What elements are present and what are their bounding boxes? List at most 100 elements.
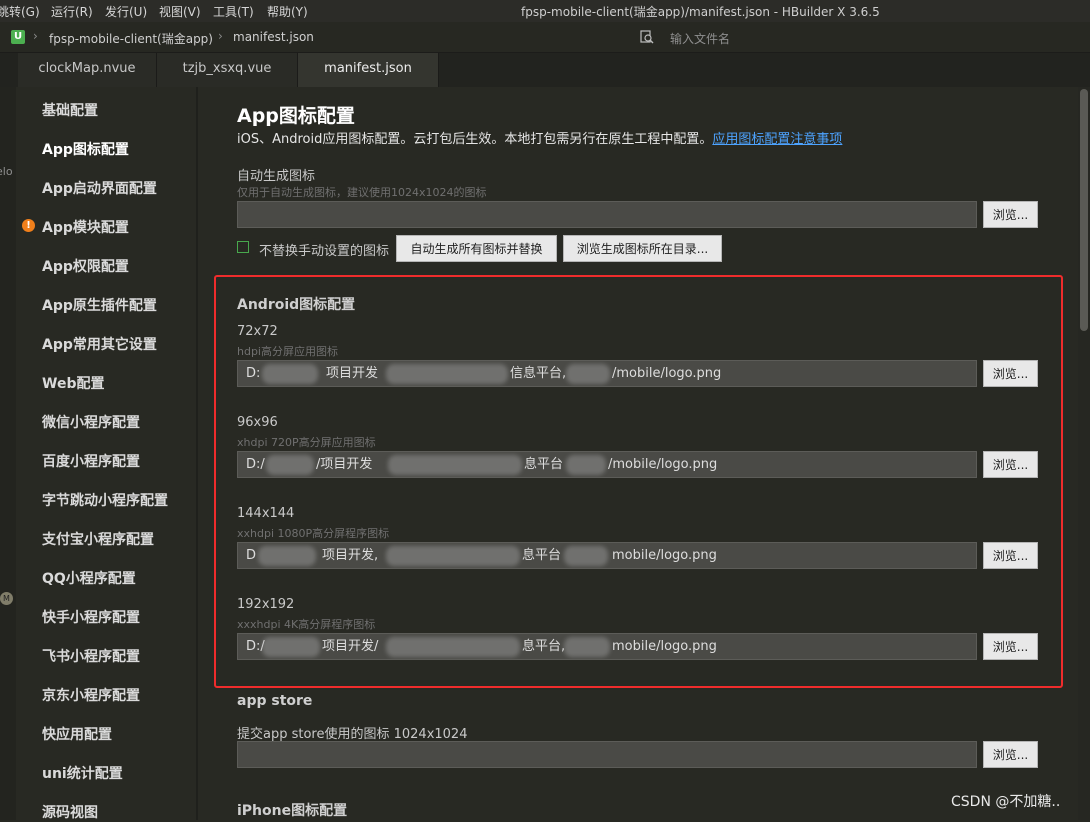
sidebar-item-feishu[interactable]: 飞书小程序配置 [42, 646, 140, 666]
path-part: 息平台 [524, 457, 564, 472]
auto-gen-path-field[interactable] [237, 201, 977, 228]
android-section-title: Android图标配置 [237, 297, 356, 313]
path-part: /mobile/logo.png [608, 457, 718, 472]
sidebar-item-quickapp[interactable]: 快应用配置 [42, 724, 112, 744]
auto-gen-browse-button[interactable]: 浏览... [983, 201, 1038, 228]
redaction [388, 455, 522, 475]
tab-manifest[interactable]: manifest.json [298, 53, 439, 87]
icon-size-label: 144x144 [237, 506, 295, 521]
sidebar-item-native-plugins[interactable]: App原生插件配置 [42, 295, 157, 315]
redaction [386, 364, 508, 384]
path-part: 息平台, [522, 639, 566, 654]
sidebar-item-basic[interactable]: 基础配置 [42, 100, 98, 120]
window-title: fpsp-mobile-client(瑞金app)/manifest.json … [521, 5, 880, 19]
sidebar-item-uni-stat[interactable]: uni统计配置 [42, 763, 123, 783]
notes-link[interactable]: 应用图标配置注意事项 [712, 132, 842, 147]
gutter-text: elo [0, 165, 13, 178]
tab-clockmap[interactable]: clockMap.nvue [18, 53, 157, 87]
keep-manual-icons-checkbox[interactable] [237, 241, 249, 253]
redaction [266, 455, 314, 475]
sidebar-item-qq[interactable]: QQ小程序配置 [42, 568, 136, 588]
sidebar-item-jd[interactable]: 京东小程序配置 [42, 685, 140, 705]
path-part: D: [246, 366, 261, 381]
warning-icon: ! [22, 219, 35, 232]
browse-button-72[interactable]: 浏览... [983, 360, 1038, 387]
menu-run[interactable]: 运行(R) [51, 3, 93, 20]
icon-path-field-192[interactable]: D:/ 项目开发/ 息平台, mobile/logo.png [237, 633, 977, 660]
icon-size-label: 192x192 [237, 597, 295, 612]
chevron-right-icon: › [218, 29, 223, 43]
redaction [564, 637, 610, 657]
path-part: D [246, 548, 257, 563]
icon-size-label: 72x72 [237, 324, 278, 339]
appstore-browse-button[interactable]: 浏览... [983, 741, 1038, 768]
path-bar: U › fpsp-mobile-client(瑞金app) › manifest… [0, 22, 1090, 53]
icon-hint: xhdpi 720P高分屏应用图标 [237, 436, 376, 449]
appstore-section-title: app store [237, 693, 313, 709]
page-title: App图标配置 [237, 105, 355, 127]
breadcrumb-project[interactable]: fpsp-mobile-client(瑞金app) [49, 30, 213, 47]
sidebar-item-alipay[interactable]: 支付宝小程序配置 [42, 529, 154, 549]
menu-tools[interactable]: 工具(T) [213, 3, 254, 20]
vertical-scrollbar[interactable] [1078, 87, 1090, 820]
redaction [386, 546, 520, 566]
path-part: 息平台 [522, 548, 562, 563]
path-part: 项目开发, [322, 548, 379, 563]
auto-gen-hint: 仅用于自动生成图标，建议使用1024x1024的图标 [237, 186, 487, 199]
redaction [566, 364, 610, 384]
browse-button-192[interactable]: 浏览... [983, 633, 1038, 660]
menu-publish[interactable]: 发行(U) [105, 3, 147, 20]
redaction [564, 546, 608, 566]
sidebar-item-source[interactable]: 源码视图 [42, 802, 98, 822]
breadcrumb-file[interactable]: manifest.json [233, 30, 314, 44]
path-part: /项目开发 [316, 457, 373, 472]
generate-all-icons-button[interactable]: 自动生成所有图标并替换 [396, 235, 557, 262]
sidebar-item-app-icon[interactable]: App图标配置 [42, 139, 129, 159]
sidebar-item-baidu[interactable]: 百度小程序配置 [42, 451, 140, 471]
menu-bar: 跳转(G) 运行(R) 发行(U) 视图(V) 工具(T) 帮助(Y) fpsp… [0, 0, 1090, 22]
icon-hint: xxxhdpi 4K高分屏程序图标 [237, 618, 376, 631]
scrollbar-thumb[interactable] [1080, 89, 1088, 331]
sidebar-item-other[interactable]: App常用其它设置 [42, 334, 157, 354]
redaction [386, 637, 520, 657]
project-icon: U [11, 30, 25, 44]
icon-path-field-72[interactable]: D: 项目开发 信息平台, /mobile/logo.png [237, 360, 977, 387]
appstore-label: 提交app store使用的图标 1024x1024 [237, 727, 468, 742]
sidebar-item-web[interactable]: Web配置 [42, 373, 104, 393]
sidebar-item-weixin[interactable]: 微信小程序配置 [42, 412, 140, 432]
open-icon-dir-button[interactable]: 浏览生成图标所在目录... [563, 235, 722, 262]
file-search-input[interactable]: 输入文件名 [670, 30, 730, 47]
sidebar-item-modules[interactable]: App模块配置 [42, 217, 129, 237]
path-part: /mobile/logo.png [612, 366, 722, 381]
path-part: 信息平台, [510, 366, 567, 381]
left-gutter: elo M [0, 87, 16, 820]
menu-help[interactable]: 帮助(Y) [267, 3, 308, 20]
watermark: CSDN @不加糖.. [951, 794, 1061, 810]
redaction [258, 546, 316, 566]
keep-manual-icons-label: 不替换手动设置的图标 [259, 244, 390, 259]
file-search-icon[interactable] [640, 30, 654, 44]
main-content: App图标配置 iOS、Android应用图标配置。云打包后生效。本地打包需另行… [198, 87, 1078, 820]
sidebar-item-toutiao[interactable]: 字节跳动小程序配置 [42, 490, 168, 510]
page-description: iOS、Android应用图标配置。云打包后生效。本地打包需另行在原生工程中配置… [237, 128, 842, 147]
path-part: 项目开发 [326, 366, 379, 381]
path-part: D:/ [246, 457, 265, 472]
sidebar-item-splash[interactable]: App启动界面配置 [42, 178, 157, 198]
tab-bar: clockMap.nvue tzjb_xsxq.vue manifest.jso… [0, 53, 1090, 87]
appstore-path-field[interactable] [237, 741, 977, 768]
sidebar-item-kuaishou[interactable]: 快手小程序配置 [42, 607, 140, 627]
menu-goto[interactable]: 跳转(G) [0, 3, 40, 20]
icon-path-field-144[interactable]: D 项目开发, 息平台 mobile/logo.png [237, 542, 977, 569]
icon-path-field-96[interactable]: D:/ /项目开发 息平台 /mobile/logo.png [237, 451, 977, 478]
sidebar-item-permissions[interactable]: App权限配置 [42, 256, 129, 276]
browse-button-144[interactable]: 浏览... [983, 542, 1038, 569]
chevron-right-icon: › [33, 29, 38, 43]
tab-tzjb-xsxq[interactable]: tzjb_xsxq.vue [157, 53, 298, 87]
path-part: 项目开发/ [322, 639, 379, 654]
description-text: iOS、Android应用图标配置。云打包后生效。本地打包需另行在原生工程中配置… [237, 132, 713, 147]
icon-hint: xxhdpi 1080P高分屏程序图标 [237, 527, 390, 540]
menu-view[interactable]: 视图(V) [159, 3, 201, 20]
browse-button-96[interactable]: 浏览... [983, 451, 1038, 478]
redaction [262, 637, 320, 657]
redaction [566, 455, 606, 475]
